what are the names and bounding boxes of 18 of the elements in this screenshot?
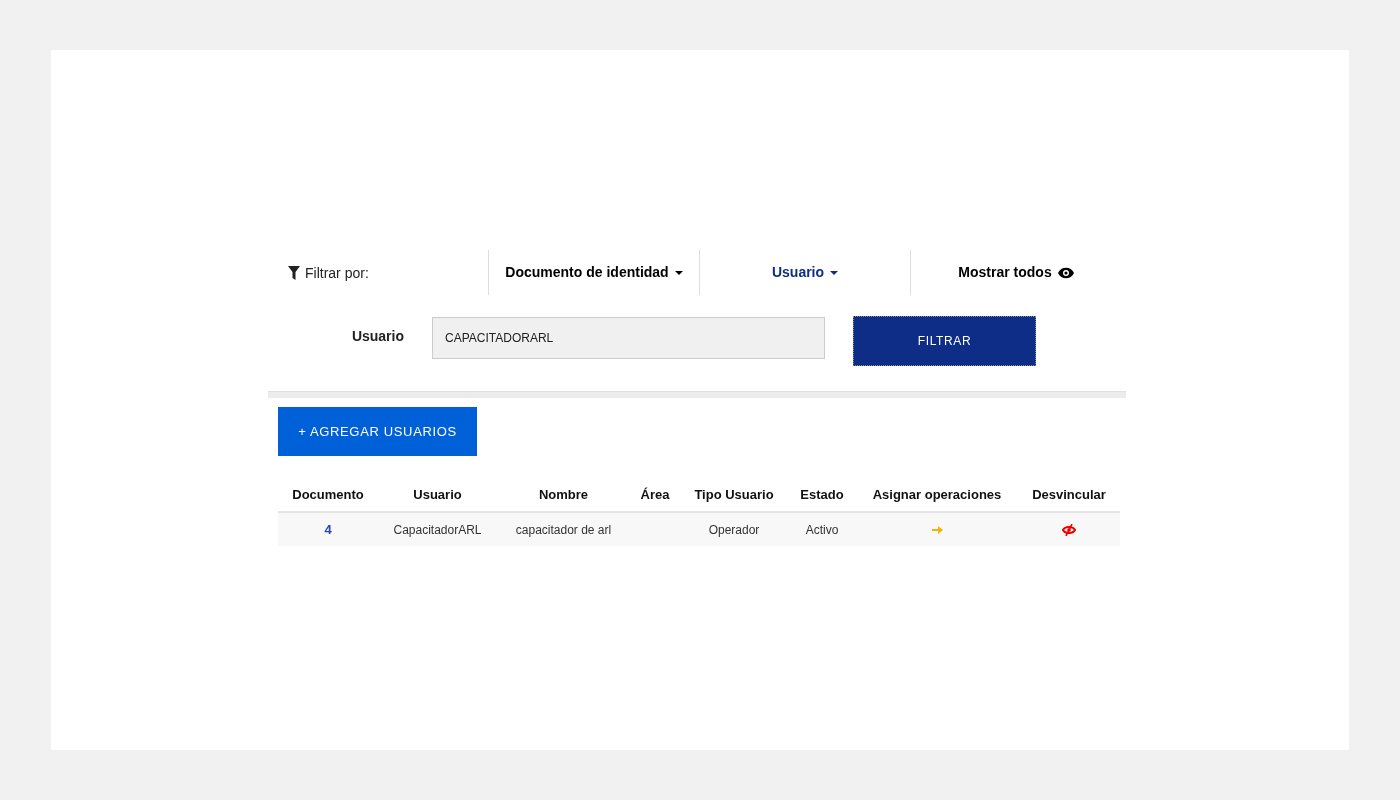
field-label: Usuario [350, 327, 404, 346]
caret-down-icon [830, 270, 839, 275]
filter-option[interactable]: Usuario [771, 262, 839, 283]
eye-icon [1057, 266, 1074, 279]
filter-icon [288, 265, 300, 280]
table-cell: capacitador de arl [515, 522, 612, 537]
filter-label: Filtrar por: [305, 264, 369, 283]
filter-option[interactable]: Documento de identidad [505, 262, 683, 283]
caret-down-icon [674, 270, 683, 275]
table-cell: CapacitadorARL [393, 522, 482, 537]
filter-option[interactable]: Mostrar todos [958, 262, 1074, 283]
filter-button[interactable]: FILTRAR [853, 316, 1036, 366]
table-cell: Activo [805, 522, 839, 537]
user-input-field[interactable]: CAPACITADORARL [432, 317, 825, 359]
add-users-button[interactable]: + AGREGAR USUARIOS [278, 407, 477, 456]
document-link[interactable]: 4 [324, 521, 332, 537]
eye-slash-icon[interactable] [1062, 524, 1076, 537]
table-cell: Operador [708, 522, 760, 537]
